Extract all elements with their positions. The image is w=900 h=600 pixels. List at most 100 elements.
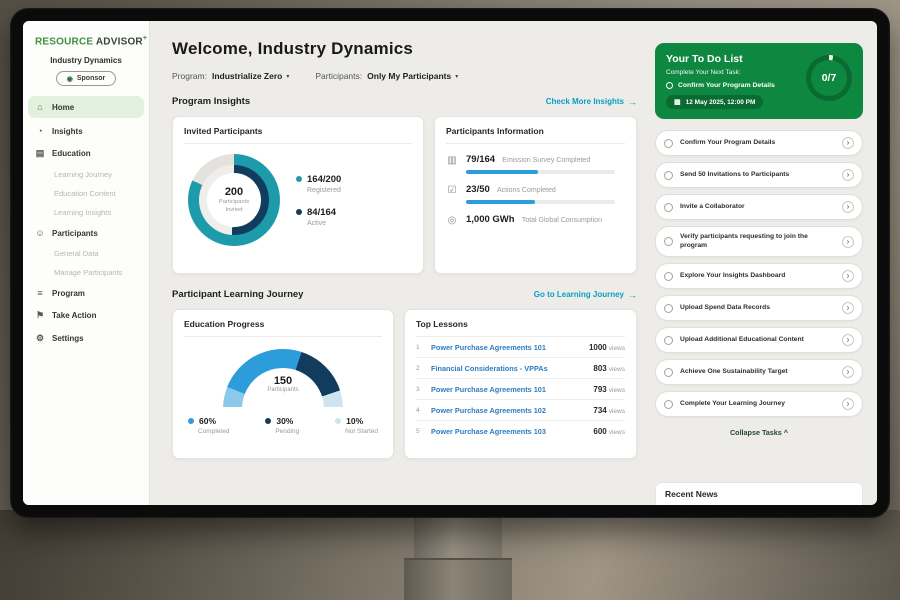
donut-center: 200 Participants Invited (207, 173, 261, 227)
main-content: Welcome, Industry Dynamics Program: Indu… (150, 21, 653, 505)
sidebar-menu: ⌂ Home ◔ Insights ▤ Education Learning J… (23, 96, 149, 350)
survey-icon: ▥ (446, 155, 458, 166)
go-to-learning-journey-link[interactable]: Go to Learning Journey → (534, 290, 637, 300)
task-checkbox[interactable] (664, 336, 673, 345)
task-checkbox[interactable] (664, 237, 673, 246)
task-item-explore-insights[interactable]: Explore Your Insights Dashboard › (655, 263, 863, 289)
sidebar-item-home[interactable]: ⌂ Home (28, 96, 144, 118)
task-chevron-icon[interactable]: › (842, 398, 854, 410)
sidebar-item-education[interactable]: ▤ Education (23, 142, 149, 165)
sidebar-item-label: General Data (54, 249, 99, 258)
lesson-link[interactable]: Power Purchase Agreements 101 (431, 385, 586, 394)
todo-subtitle: Complete Your Next Task: (666, 69, 852, 76)
stat-emission-survey: ▥ 79/164 Emission Survey Completed (446, 154, 625, 174)
todo-card: 0/7 Your To Do List Complete Your Next T… (655, 43, 863, 119)
lesson-views: 734views (593, 406, 625, 415)
sidebar-item-learning-insights[interactable]: Learning Insights (23, 203, 149, 222)
task-checkbox[interactable] (666, 82, 673, 89)
lesson-views: 600views (593, 427, 625, 436)
org-name: Industry Dynamics (23, 56, 149, 65)
recent-news-header: Recent News (655, 482, 863, 505)
participants-icon: ☺ (35, 228, 45, 238)
sponsor-badge: ◉ Sponsor (56, 71, 117, 86)
stat-global-consumption: ◎ 1,000 GWh Total Global Consumption (446, 214, 625, 226)
participants-filter-value: Only My Participants (367, 71, 451, 81)
actions-icon: ☑ (446, 185, 458, 196)
task-item-complete-learning-journey[interactable]: Complete Your Learning Journey › (655, 391, 863, 417)
lesson-row: 5 Power Purchase Agreements 103 600views (416, 421, 625, 441)
task-chevron-icon[interactable]: › (842, 334, 854, 346)
progress-bar (466, 170, 615, 174)
arrow-right-icon: → (628, 290, 637, 300)
stat-actions-completed: ☑ 23/50 Actions Completed (446, 184, 625, 204)
sponsor-icon: ◉ (67, 75, 73, 83)
sidebar-item-participants[interactable]: ☺ Participants (23, 222, 149, 244)
todo-due-date: ▦ 12 May 2025, 12:00 PM (666, 95, 763, 109)
task-chevron-icon[interactable]: › (842, 366, 854, 378)
participants-filter-label: Participants: (315, 71, 362, 81)
sidebar-item-settings[interactable]: ⚙ Settings (23, 327, 149, 350)
sponsor-label: Sponsor (77, 75, 105, 82)
program-filter-label: Program: (172, 71, 207, 81)
todo-panel: 0/7 Your To Do List Complete Your Next T… (653, 21, 877, 505)
task-chevron-icon[interactable]: › (842, 169, 854, 181)
sidebar-item-general-data[interactable]: General Data (23, 244, 149, 263)
take-action-icon: ⚑ (35, 310, 45, 321)
education-progress-gauge: 150 Participants (223, 349, 343, 407)
collapse-caret-icon: ^ (784, 428, 788, 437)
gauge-center-value: 150 (223, 375, 343, 387)
task-item-upload-educational-content[interactable]: Upload Additional Educational Content › (655, 327, 863, 353)
legend-dot (265, 418, 271, 424)
sidebar-item-education-content[interactable]: Education Content (23, 184, 149, 203)
monitor-stand-neck (414, 516, 502, 560)
task-item-confirm-program[interactable]: Confirm Your Program Details › (655, 130, 863, 156)
sidebar-item-label: Participants (52, 229, 98, 238)
task-item-send-invitations[interactable]: Send 50 Invitations to Participants › (655, 162, 863, 188)
todo-next-task[interactable]: Confirm Your Program Details (666, 82, 806, 89)
settings-icon: ⚙ (35, 333, 45, 344)
sidebar-item-take-action[interactable]: ⚑ Take Action (23, 304, 149, 327)
participants-filter-dropdown[interactable]: Participants: Only My Participants ▾ (315, 71, 458, 81)
monitor-stand-base (404, 558, 512, 600)
task-checkbox[interactable] (664, 400, 673, 409)
task-checkbox[interactable] (664, 171, 673, 180)
todo-progress-value: 0/7 (811, 60, 847, 96)
task-chevron-icon[interactable]: › (842, 137, 854, 149)
lesson-link[interactable]: Power Purchase Agreements 102 (431, 406, 586, 415)
logo-plus: + (143, 35, 147, 42)
program-filter-dropdown[interactable]: Program: Industrialize Zero ▾ (172, 71, 289, 81)
lesson-link[interactable]: Financial Considerations - VPPAs (431, 364, 586, 373)
legend-item-pending: 30% Pending (265, 416, 299, 435)
task-item-invite-collaborator[interactable]: Invite a Collaborator › (655, 194, 863, 220)
task-chevron-icon[interactable]: › (842, 270, 854, 282)
task-item-achieve-target[interactable]: Achieve One Sustainability Target › (655, 359, 863, 385)
task-checkbox[interactable] (664, 272, 673, 281)
task-chevron-icon[interactable]: › (842, 302, 854, 314)
sidebar-item-label: Home (52, 103, 74, 112)
lesson-row: 1 Power Purchase Agreements 101 1000view… (416, 337, 625, 358)
chevron-down-icon: ▾ (286, 73, 289, 80)
sidebar-item-manage-participants[interactable]: Manage Participants (23, 263, 149, 282)
sidebar-item-learning-journey[interactable]: Learning Journey (23, 165, 149, 184)
legend-dot (188, 418, 194, 424)
sidebar-item-label: Learning Insights (54, 208, 111, 217)
task-item-upload-spend-data[interactable]: Upload Spend Data Records › (655, 295, 863, 321)
task-chevron-icon[interactable]: › (842, 236, 854, 248)
sidebar-item-program[interactable]: ≡ Program (23, 282, 149, 304)
task-checkbox[interactable] (664, 368, 673, 377)
card-title: Invited Participants (184, 126, 412, 144)
task-checkbox[interactable] (664, 304, 673, 313)
sidebar-item-insights[interactable]: ◔ Insights (23, 120, 149, 142)
app-logo: RESOURCE ADVISOR+ (23, 31, 149, 49)
task-chevron-icon[interactable]: › (842, 201, 854, 213)
lesson-link[interactable]: Power Purchase Agreements 103 (431, 427, 586, 436)
check-more-insights-link[interactable]: Check More Insights → (546, 97, 637, 107)
lesson-link[interactable]: Power Purchase Agreements 101 (431, 343, 582, 352)
sidebar-item-label: Education Content (54, 189, 116, 198)
collapse-tasks-link[interactable]: Collapse Tasks ^ (655, 428, 863, 437)
task-item-verify-participants[interactable]: Verify participants requesting to join t… (655, 226, 863, 257)
home-icon: ⌂ (35, 102, 45, 112)
task-checkbox[interactable] (664, 203, 673, 212)
todo-title: Your To Do List (666, 53, 796, 65)
task-checkbox[interactable] (664, 139, 673, 148)
